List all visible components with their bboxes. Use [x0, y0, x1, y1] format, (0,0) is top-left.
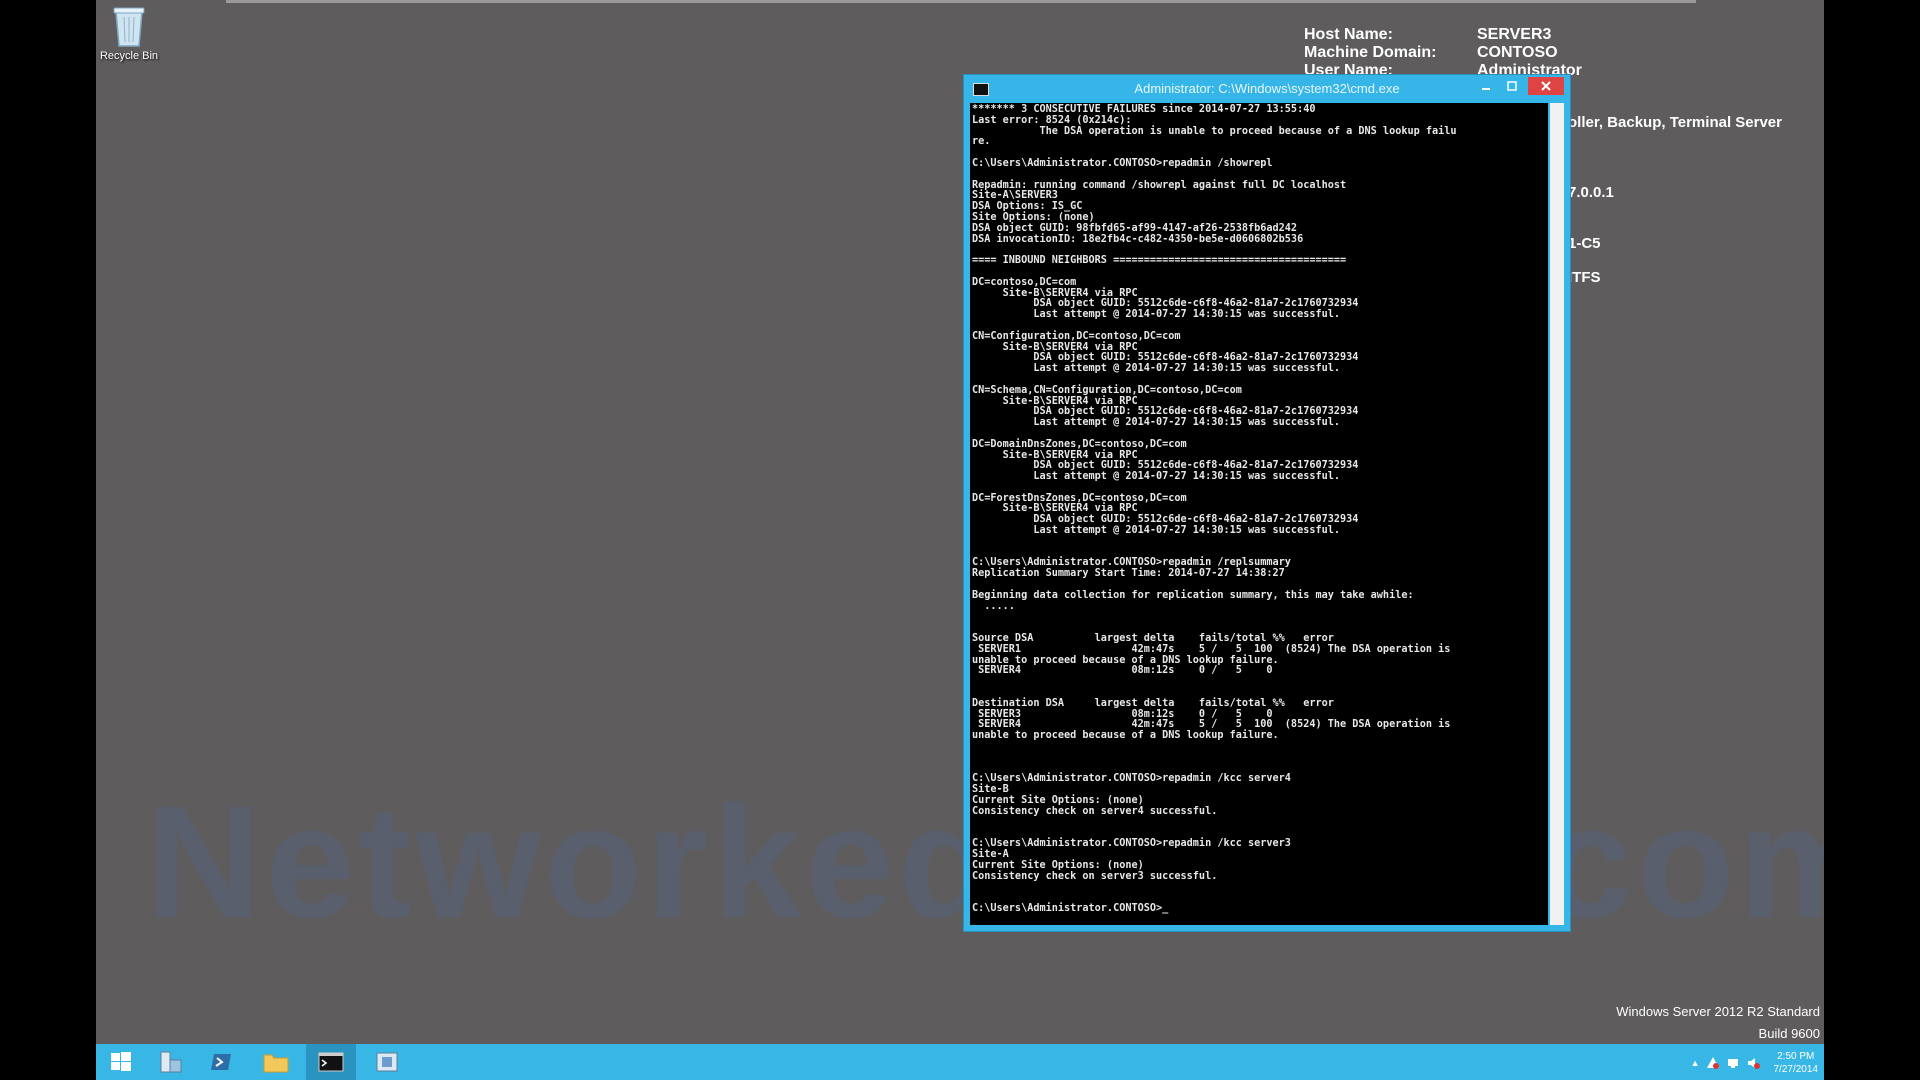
desktop[interactable]: Networkedblinds.com Recycle Bin Host Nam… — [96, 0, 1824, 1080]
server-manager-icon — [160, 1051, 182, 1073]
taskbar: ▲ 2:50 PM 7/27/2014 — [96, 1044, 1824, 1080]
tray-overflow-icon[interactable]: ▲ — [1691, 1058, 1700, 1068]
recycle-bin-icon — [113, 7, 145, 47]
volume-icon[interactable] — [1746, 1056, 1760, 1070]
recycle-bin-label: Recycle Bin — [99, 50, 159, 62]
taskbar-server-manager[interactable] — [146, 1044, 196, 1080]
minimize-icon — [1482, 88, 1490, 90]
cmd-console-text: ******* 3 CONSECUTIVE FAILURES since 201… — [972, 104, 1457, 914]
minimize-button[interactable] — [1474, 77, 1498, 95]
top-edge-bar — [226, 0, 1696, 3]
bginfo-key: Host Name: — [1304, 26, 1393, 43]
maximize-button[interactable] — [1500, 77, 1524, 95]
clock-time: 2:50 PM — [1777, 1051, 1815, 1062]
taskbar-file-explorer[interactable] — [251, 1044, 301, 1080]
os-edition-label: Windows Server 2012 R2 Standard — [1616, 1004, 1820, 1019]
system-tray: ▲ 2:50 PM 7/27/2014 — [1691, 1048, 1818, 1078]
taskbar-command-prompt[interactable] — [306, 1044, 356, 1080]
powershell-icon — [211, 1054, 231, 1070]
bginfo-fragment-fs: ITFS — [1568, 269, 1601, 286]
cmd-scrollbar[interactable] — [1550, 103, 1564, 925]
maximize-icon — [1507, 81, 1517, 91]
os-build-label: Build 9600 — [1758, 1026, 1820, 1041]
taskbar-ad-tool[interactable] — [362, 1044, 412, 1080]
bginfo-fragment-roles: oller, Backup, Terminal Server — [1568, 114, 1782, 131]
bginfo-key: Machine Domain: — [1304, 44, 1437, 61]
start-button[interactable] — [96, 1044, 146, 1080]
recycle-bin-shortcut[interactable]: Recycle Bin — [96, 4, 162, 62]
cmd-window[interactable]: Administrator: C:\Windows\system32\cmd.e… — [964, 75, 1570, 931]
taskbar-clock[interactable]: 2:50 PM 7/27/2014 — [1774, 1050, 1819, 1076]
bginfo-fragment-ip: 7.0.0.1 — [1568, 184, 1614, 201]
windows-logo-icon — [111, 1052, 131, 1071]
cmd-console-output[interactable]: ******* 3 CONSECUTIVE FAILURES since 201… — [970, 103, 1548, 925]
directory-tool-icon — [376, 1052, 398, 1072]
close-button[interactable] — [1528, 77, 1564, 95]
network-icon[interactable] — [1726, 1056, 1740, 1070]
bginfo-value: SERVER3 — [1477, 26, 1552, 43]
cmd-icon — [318, 1052, 344, 1072]
action-center-icon[interactable] — [1706, 1056, 1720, 1070]
clock-date: 7/27/2014 — [1773, 1064, 1819, 1075]
folder-icon — [263, 1054, 289, 1073]
bginfo-value: CONTOSO — [1477, 44, 1558, 61]
taskbar-powershell[interactable] — [196, 1044, 246, 1080]
cmd-titlebar[interactable]: Administrator: C:\Windows\system32\cmd.e… — [964, 75, 1570, 103]
close-icon — [1541, 81, 1551, 91]
bginfo-fragment-mac: 1-C5 — [1568, 235, 1601, 252]
